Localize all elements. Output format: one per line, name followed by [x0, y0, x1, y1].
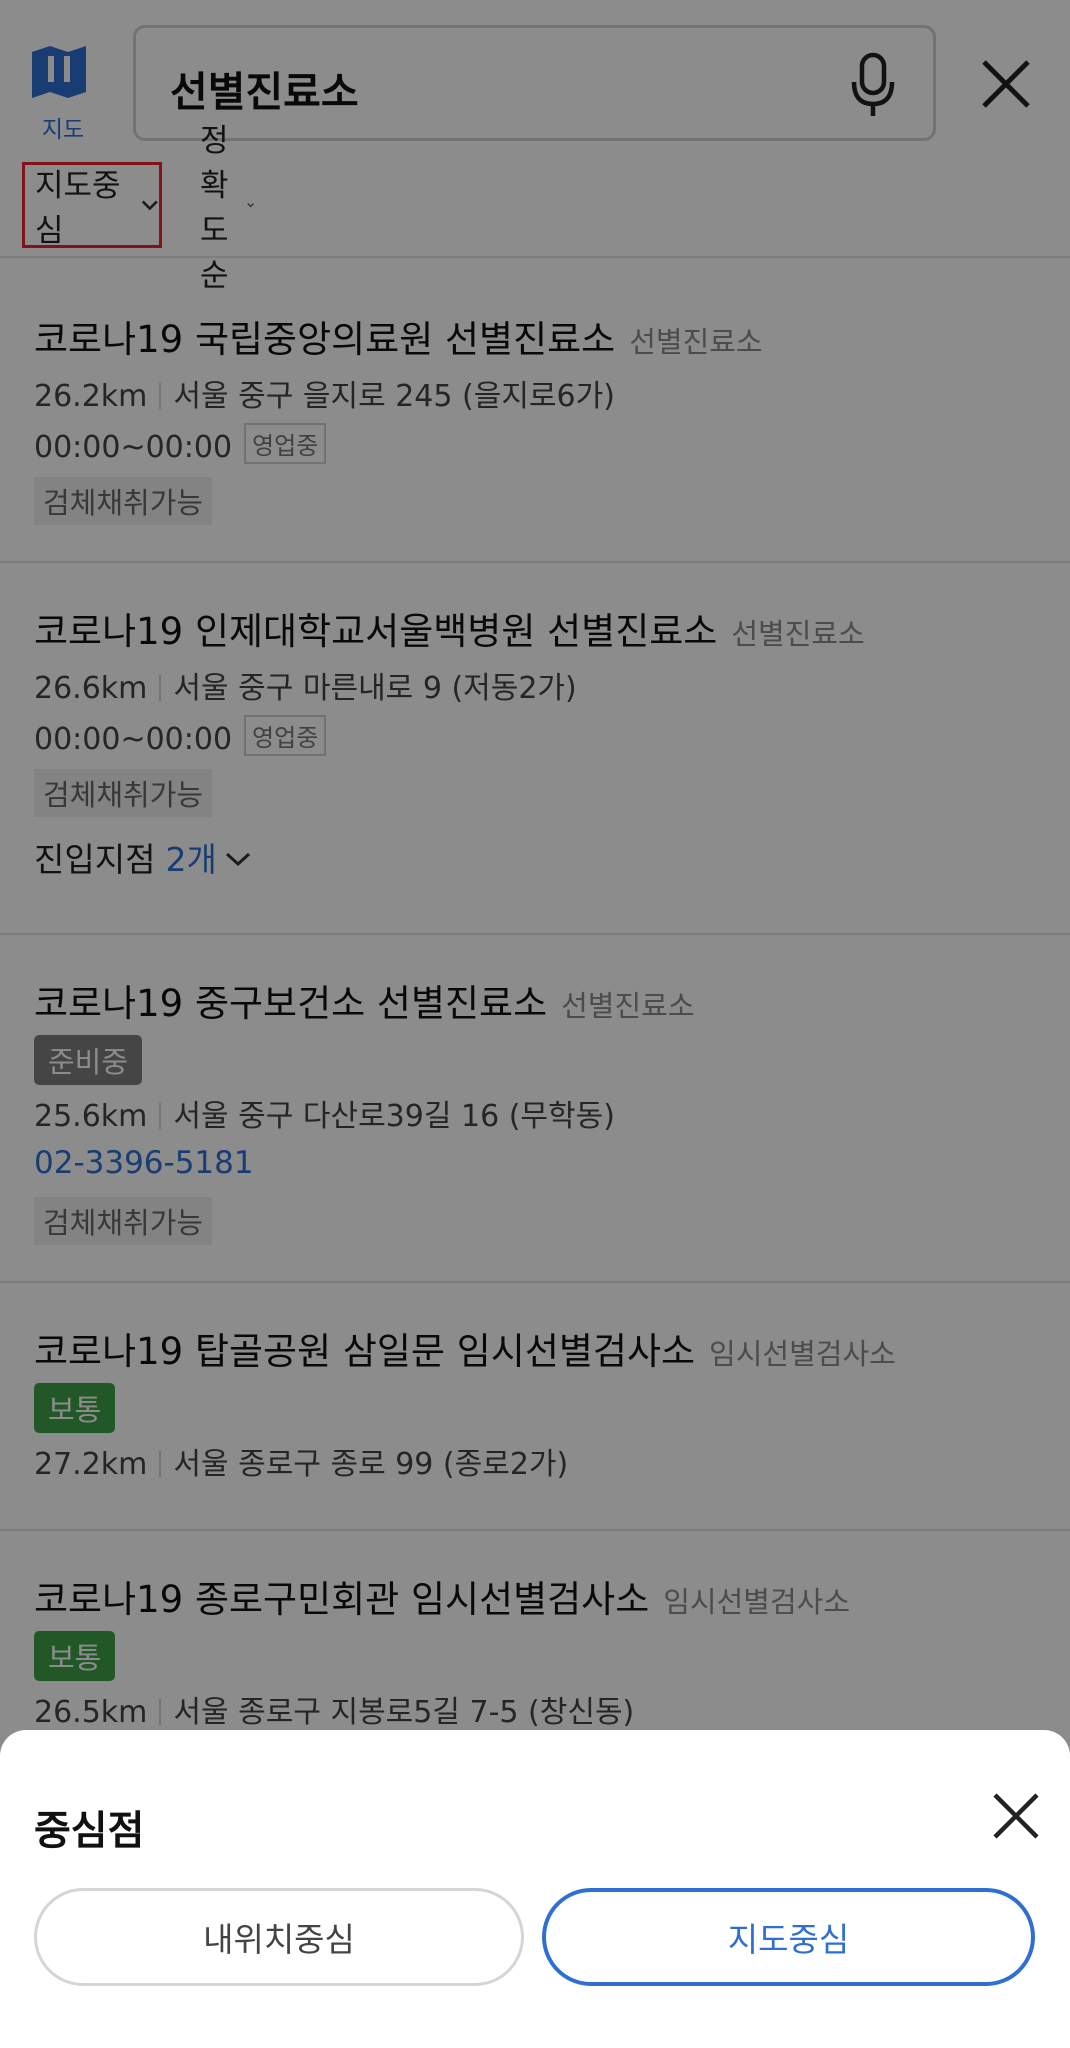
my-location-center-button[interactable]: 내위치중심 — [34, 1888, 524, 1986]
map-center-button[interactable]: 지도중심 — [542, 1888, 1035, 1986]
center-point-sheet: 중심점 내위치중심 지도중심 — [0, 1730, 1070, 2048]
sheet-title: 중심점 — [34, 1808, 145, 1854]
close-icon[interactable] — [990, 1790, 1042, 1842]
